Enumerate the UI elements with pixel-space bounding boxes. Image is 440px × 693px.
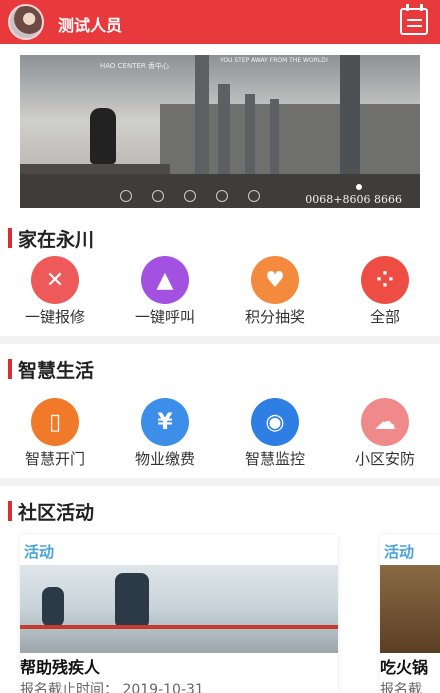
avatar[interactable] bbox=[8, 4, 44, 40]
banner-figure bbox=[90, 108, 116, 164]
grid-item-call[interactable]: ▲ 一键呼叫 bbox=[110, 256, 220, 326]
app-screen: 测试人员 HAO CENTER 香中心 YOU STEP AWAY FROM T… bbox=[0, 0, 440, 693]
activity-image bbox=[380, 565, 440, 653]
section-title-activities: 社区活动 bbox=[8, 499, 95, 524]
banner-tower bbox=[195, 55, 209, 174]
section-title-text: 家在永川 bbox=[18, 228, 95, 251]
grid-item-all[interactable]: ⁘ 全部 bbox=[330, 256, 440, 326]
activity-tag: 活动 bbox=[384, 543, 415, 561]
section-title-smart-life: 智慧生活 bbox=[8, 357, 95, 382]
grid-item-smart-door[interactable]: ▯ 智慧开门 bbox=[0, 398, 110, 468]
section-title-text: 智慧生活 bbox=[18, 359, 95, 382]
activity-title: 吃火锅 bbox=[380, 658, 429, 677]
banner-tower bbox=[340, 55, 360, 174]
banner-tagline: YOU STEP AWAY FROM THE WORLD! bbox=[220, 57, 329, 64]
grid-item-security[interactable]: ☁ 小区安防 bbox=[330, 398, 440, 468]
banner-logo: HAO CENTER 香中心 bbox=[100, 62, 169, 70]
activity-tag: 活动 bbox=[24, 543, 55, 561]
grid-item-property-fee[interactable]: ¥ 物业缴费 bbox=[110, 398, 220, 468]
section-title-home: 家在永川 bbox=[8, 226, 95, 251]
username[interactable]: 测试人员 bbox=[58, 12, 122, 36]
heart-hand-icon: ♥ bbox=[251, 256, 299, 304]
section-title-text: 社区活动 bbox=[18, 501, 95, 524]
section-divider bbox=[0, 336, 440, 344]
section-marker bbox=[8, 228, 12, 248]
calendar-icon[interactable] bbox=[400, 4, 428, 35]
banner-tower bbox=[245, 94, 255, 174]
grid-icon: ⁘ bbox=[361, 256, 409, 304]
banner-feature-icon bbox=[152, 190, 164, 202]
grid-item-label: 积分抽奖 bbox=[244, 308, 305, 326]
grid-item-label: 全部 bbox=[369, 308, 400, 326]
money-bag-icon: ¥ bbox=[141, 398, 189, 446]
alarm-icon: ▲ bbox=[141, 256, 189, 304]
banner-feature-icon bbox=[248, 190, 260, 202]
banner-feature-icon bbox=[184, 190, 196, 202]
activity-deadline: 报名截 bbox=[380, 682, 422, 693]
grid-item-label: 物业缴费 bbox=[134, 450, 195, 468]
grid-item-label: 一键呼叫 bbox=[134, 308, 195, 326]
banner-feature-icon bbox=[120, 190, 132, 202]
section-marker bbox=[8, 501, 12, 521]
activity-card[interactable]: 活动 帮助残疾人 报名截止时间： 2019-10-31 bbox=[20, 535, 338, 693]
banner-tower bbox=[270, 99, 279, 174]
activity-image bbox=[20, 565, 338, 653]
grid-item-label: 智慧监控 bbox=[244, 450, 305, 468]
cloud-shield-icon: ☁ bbox=[361, 398, 409, 446]
activity-card[interactable]: 活动 吃火锅 报名截 bbox=[380, 535, 440, 693]
activity-title: 帮助残疾人 bbox=[20, 658, 101, 677]
grid-item-lottery[interactable]: ♥ 积分抽奖 bbox=[220, 256, 330, 326]
banner-tower bbox=[218, 84, 230, 174]
grid-item-label: 智慧开门 bbox=[24, 450, 85, 468]
grid-item-label: 小区安防 bbox=[354, 450, 415, 468]
grid-item-label: 一键报修 bbox=[24, 308, 85, 326]
wrench-icon: ✕ bbox=[31, 256, 79, 304]
top-bar: 测试人员 bbox=[0, 0, 440, 44]
door-icon: ▯ bbox=[31, 398, 79, 446]
banner-phone: 0068+8606 8666 bbox=[305, 193, 402, 206]
carousel-indicator[interactable] bbox=[356, 184, 362, 190]
grid-item-monitoring[interactable]: ◉ 智慧监控 bbox=[220, 398, 330, 468]
grid-item-repair[interactable]: ✕ 一键报修 bbox=[0, 256, 110, 326]
banner-feature-icon bbox=[216, 190, 228, 202]
activity-deadline: 报名截止时间： 2019-10-31 bbox=[20, 682, 204, 693]
camera-icon: ◉ bbox=[251, 398, 299, 446]
section-marker bbox=[8, 359, 12, 379]
section-divider bbox=[0, 478, 440, 486]
banner-carousel[interactable]: HAO CENTER 香中心 YOU STEP AWAY FROM THE WO… bbox=[20, 55, 420, 208]
